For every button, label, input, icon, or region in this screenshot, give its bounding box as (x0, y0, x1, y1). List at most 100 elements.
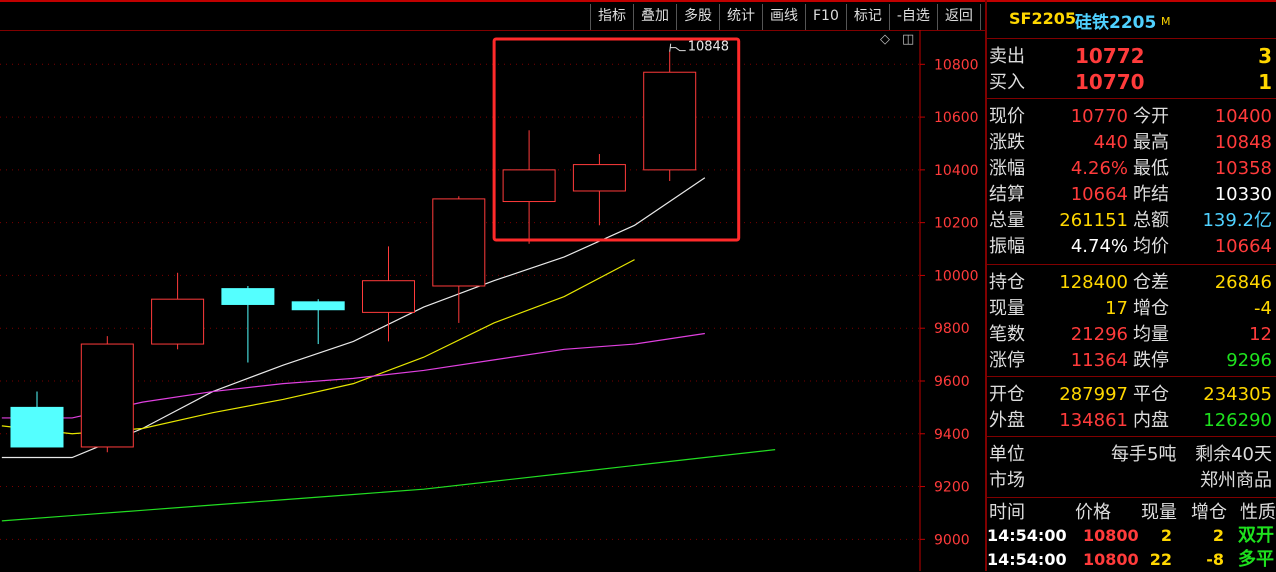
stat-label: 振幅 (989, 236, 1025, 257)
kline-chart[interactable]: 9000 9200 9400 9600 9800 10000 10200 10400 10600… (0, 30, 985, 571)
stat-value: 11364 (1070, 350, 1128, 371)
stat-label: 最低 (1133, 158, 1169, 179)
stat-value: 4.74% (1070, 236, 1128, 257)
stat-label: 涨停 (989, 350, 1025, 371)
remove-watchlist-button[interactable]: -自选 (888, 4, 937, 30)
draw-line-button[interactable]: 画线 (762, 4, 805, 30)
tick-price: 10800 (1083, 550, 1139, 569)
stat-label: 持仓 (989, 272, 1025, 293)
symbol-badge: M (1161, 15, 1171, 28)
quote-row: 持仓 128400 仓差 26846 (987, 270, 1276, 295)
ask-label: 卖出 (989, 46, 1025, 67)
indicator-button[interactable]: 指标 (590, 4, 633, 30)
stat-label: 涨跌 (989, 132, 1025, 153)
tick-oi: 2 (1212, 526, 1224, 545)
quote-row: 开仓 287997 平仓 234305 (987, 382, 1276, 407)
divider (987, 38, 1276, 39)
stat-value: 139.2亿 (1202, 210, 1272, 231)
stat-label: 涨幅 (989, 158, 1025, 179)
f10-button[interactable]: F10 (805, 4, 846, 30)
candle-body (10, 406, 64, 448)
unit-label: 单位 (989, 444, 1025, 465)
candle-body (362, 280, 415, 313)
candle-body (221, 288, 275, 305)
ticks-header-volume: 现量 (1141, 502, 1177, 523)
market-label: 市场 (989, 470, 1025, 491)
quote-panel: SF2205 硅铁2205 M 卖出 10772 3 买入 10770 1 现价… (987, 0, 1276, 571)
tick-oi: -8 (1206, 550, 1224, 569)
statistics-button[interactable]: 统计 (719, 4, 762, 30)
stat-label: 现价 (989, 106, 1025, 127)
unit-value: 每手5吨 (1111, 444, 1177, 465)
quote-row: 涨幅 4.26% 最低 10358 (987, 156, 1276, 181)
stat-value: 10330 (1214, 184, 1272, 205)
divider (987, 376, 1276, 377)
stat-value: 9296 (1226, 350, 1272, 371)
stat-label: 笔数 (989, 324, 1025, 345)
stat-value: 26846 (1214, 272, 1272, 293)
tick-nature: 多平 (1238, 549, 1274, 570)
stat-value: 126290 (1203, 410, 1272, 431)
stat-value: 12 (1249, 324, 1272, 345)
stat-value: 134861 (1059, 410, 1128, 431)
stat-label: 结算 (989, 184, 1025, 205)
candle-body (502, 169, 556, 203)
ask-volume: 3 (1258, 44, 1272, 68)
stat-label: 最高 (1133, 132, 1169, 153)
divider (987, 264, 1276, 265)
divider (987, 98, 1276, 99)
quote-row: 涨跌 440 最高 10848 (987, 130, 1276, 155)
candle-body (572, 164, 626, 192)
candle-body (432, 198, 486, 287)
multi-stock-button[interactable]: 多股 (676, 4, 719, 30)
stat-label: 总量 (989, 210, 1025, 231)
stat-label: 总额 (1133, 210, 1169, 231)
tick-volume: 2 (1160, 526, 1172, 545)
bid-row: 买入 10770 1 (987, 70, 1276, 95)
tick-time: 14:54:00 (987, 526, 1067, 545)
y-tick-label: 9000 (934, 532, 970, 548)
quote-row: 结算 10664 昨结 10330 (987, 182, 1276, 207)
quote-row: 现价 10770 今开 10400 (987, 104, 1276, 129)
ask-price: 10772 (1075, 44, 1145, 68)
highlight-box (492, 37, 741, 242)
stat-value: 17 (1105, 298, 1128, 319)
tick-volume: 22 (1149, 550, 1172, 569)
stat-label: 开仓 (989, 384, 1025, 405)
ticks-header-oi: 增仓 (1191, 502, 1227, 523)
kline-chart-svg: 9000 9200 9400 9600 9800 10000 10200 10400 10600… (0, 30, 979, 571)
stat-label: 跌停 (1133, 350, 1169, 371)
high-marker-icon (669, 43, 686, 52)
quote-row: 振幅 4.74% 均价 10664 (987, 234, 1276, 259)
market-value: 郑州商品 (1200, 470, 1272, 491)
stat-label: 平仓 (1133, 384, 1169, 405)
tick-row: 14:54:00 10800 22 -8 多平 (987, 547, 1276, 572)
overlay-button[interactable]: 叠加 (633, 4, 676, 30)
stat-label: 现量 (989, 298, 1025, 319)
ticks-header-price: 价格 (1075, 502, 1111, 523)
divider (987, 436, 1276, 437)
high-annotation-label: 10848 (688, 40, 729, 55)
y-tick-label: 9800 (934, 321, 970, 337)
symbol-code: SF2205 (1009, 9, 1076, 28)
tick-price: 10800 (1083, 526, 1139, 545)
y-tick-label: 9600 (934, 374, 970, 390)
y-tick-label: 10800 (934, 57, 979, 73)
stat-value: 10770 (1070, 106, 1128, 127)
tick-nature: 双开 (1238, 525, 1274, 546)
candle-body (643, 71, 697, 171)
mark-button[interactable]: 标记 (845, 4, 889, 30)
symbol-header: SF2205 硅铁2205 M (987, 0, 1276, 38)
stat-label: 昨结 (1133, 184, 1169, 205)
back-button[interactable]: 返回 (936, 4, 981, 30)
y-tick-label: 10400 (934, 163, 979, 179)
stat-label: 仓差 (1133, 272, 1169, 293)
ticks-header-time: 时间 (989, 502, 1025, 523)
stat-value: 10664 (1070, 184, 1128, 205)
ticks-header: 时间 价格 现量 增仓 性质 (987, 500, 1276, 525)
symbol-name[interactable]: 硅铁2205 (1075, 8, 1156, 33)
stat-value: 10358 (1214, 158, 1272, 179)
ticks-header-nature: 性质 (1240, 502, 1276, 523)
moving-average-line (1, 449, 776, 522)
stat-value: 261151 (1059, 210, 1128, 231)
